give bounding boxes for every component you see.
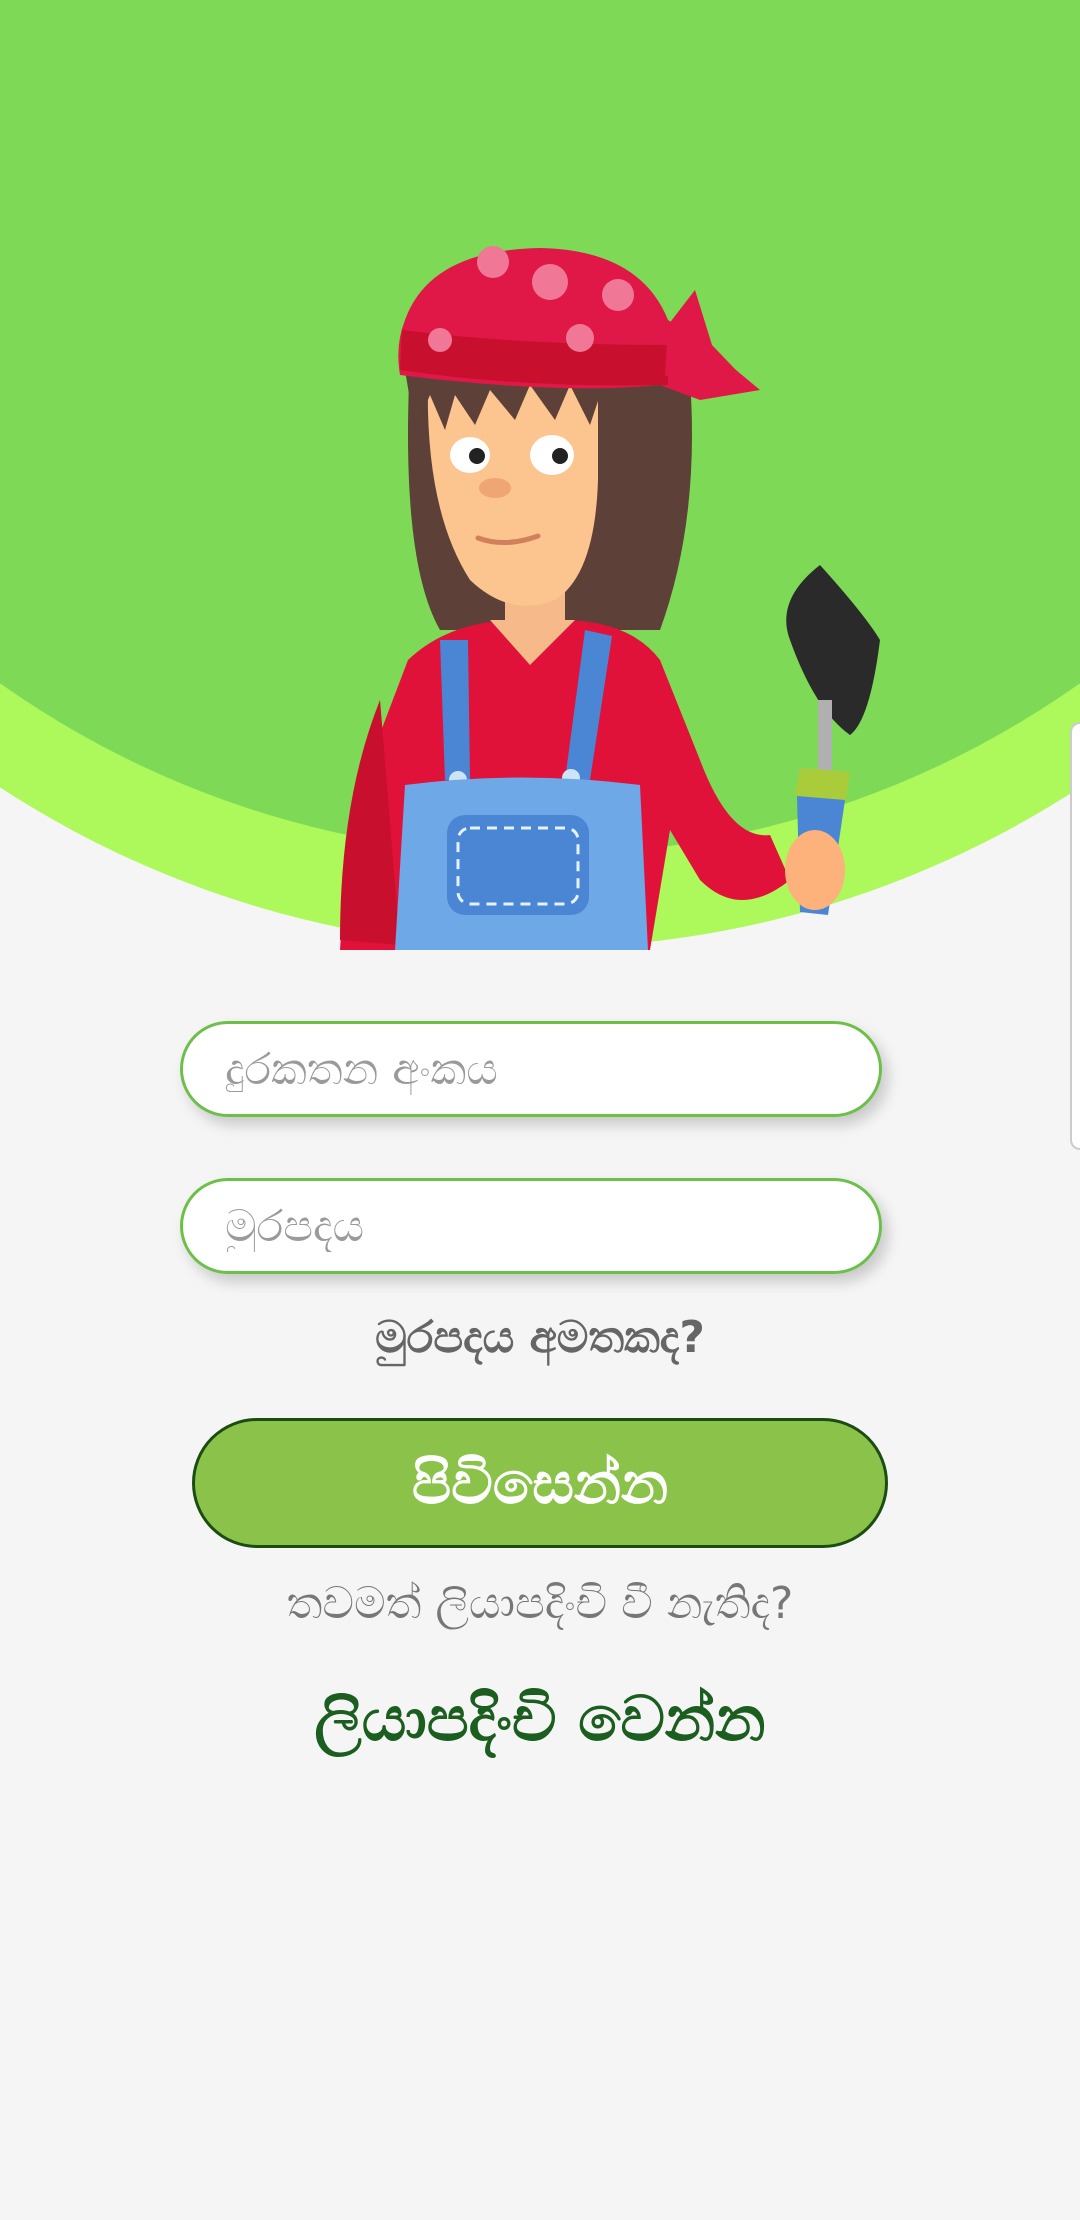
password-input[interactable] bbox=[223, 1199, 879, 1253]
phone-number-field[interactable] bbox=[180, 1021, 882, 1117]
not-registered-text: තවමත් ලියාපදිංචි වී නැතිද? bbox=[286, 1578, 794, 1629]
side-edge-handle[interactable] bbox=[1070, 722, 1080, 1150]
login-button-label: පිවිසෙන්න bbox=[411, 1448, 669, 1517]
hero-banner bbox=[0, 0, 1080, 960]
register-link[interactable]: ලියාපදිංචි වෙන්න bbox=[0, 1682, 1080, 1756]
login-button[interactable]: පිවිසෙන්න bbox=[192, 1418, 888, 1548]
forgot-password-link[interactable]: මුරපදය අමතකද? bbox=[0, 1312, 1080, 1363]
phone-number-input[interactable] bbox=[223, 1042, 879, 1096]
gardener-illustration bbox=[0, 0, 1080, 950]
password-field[interactable] bbox=[180, 1178, 882, 1274]
